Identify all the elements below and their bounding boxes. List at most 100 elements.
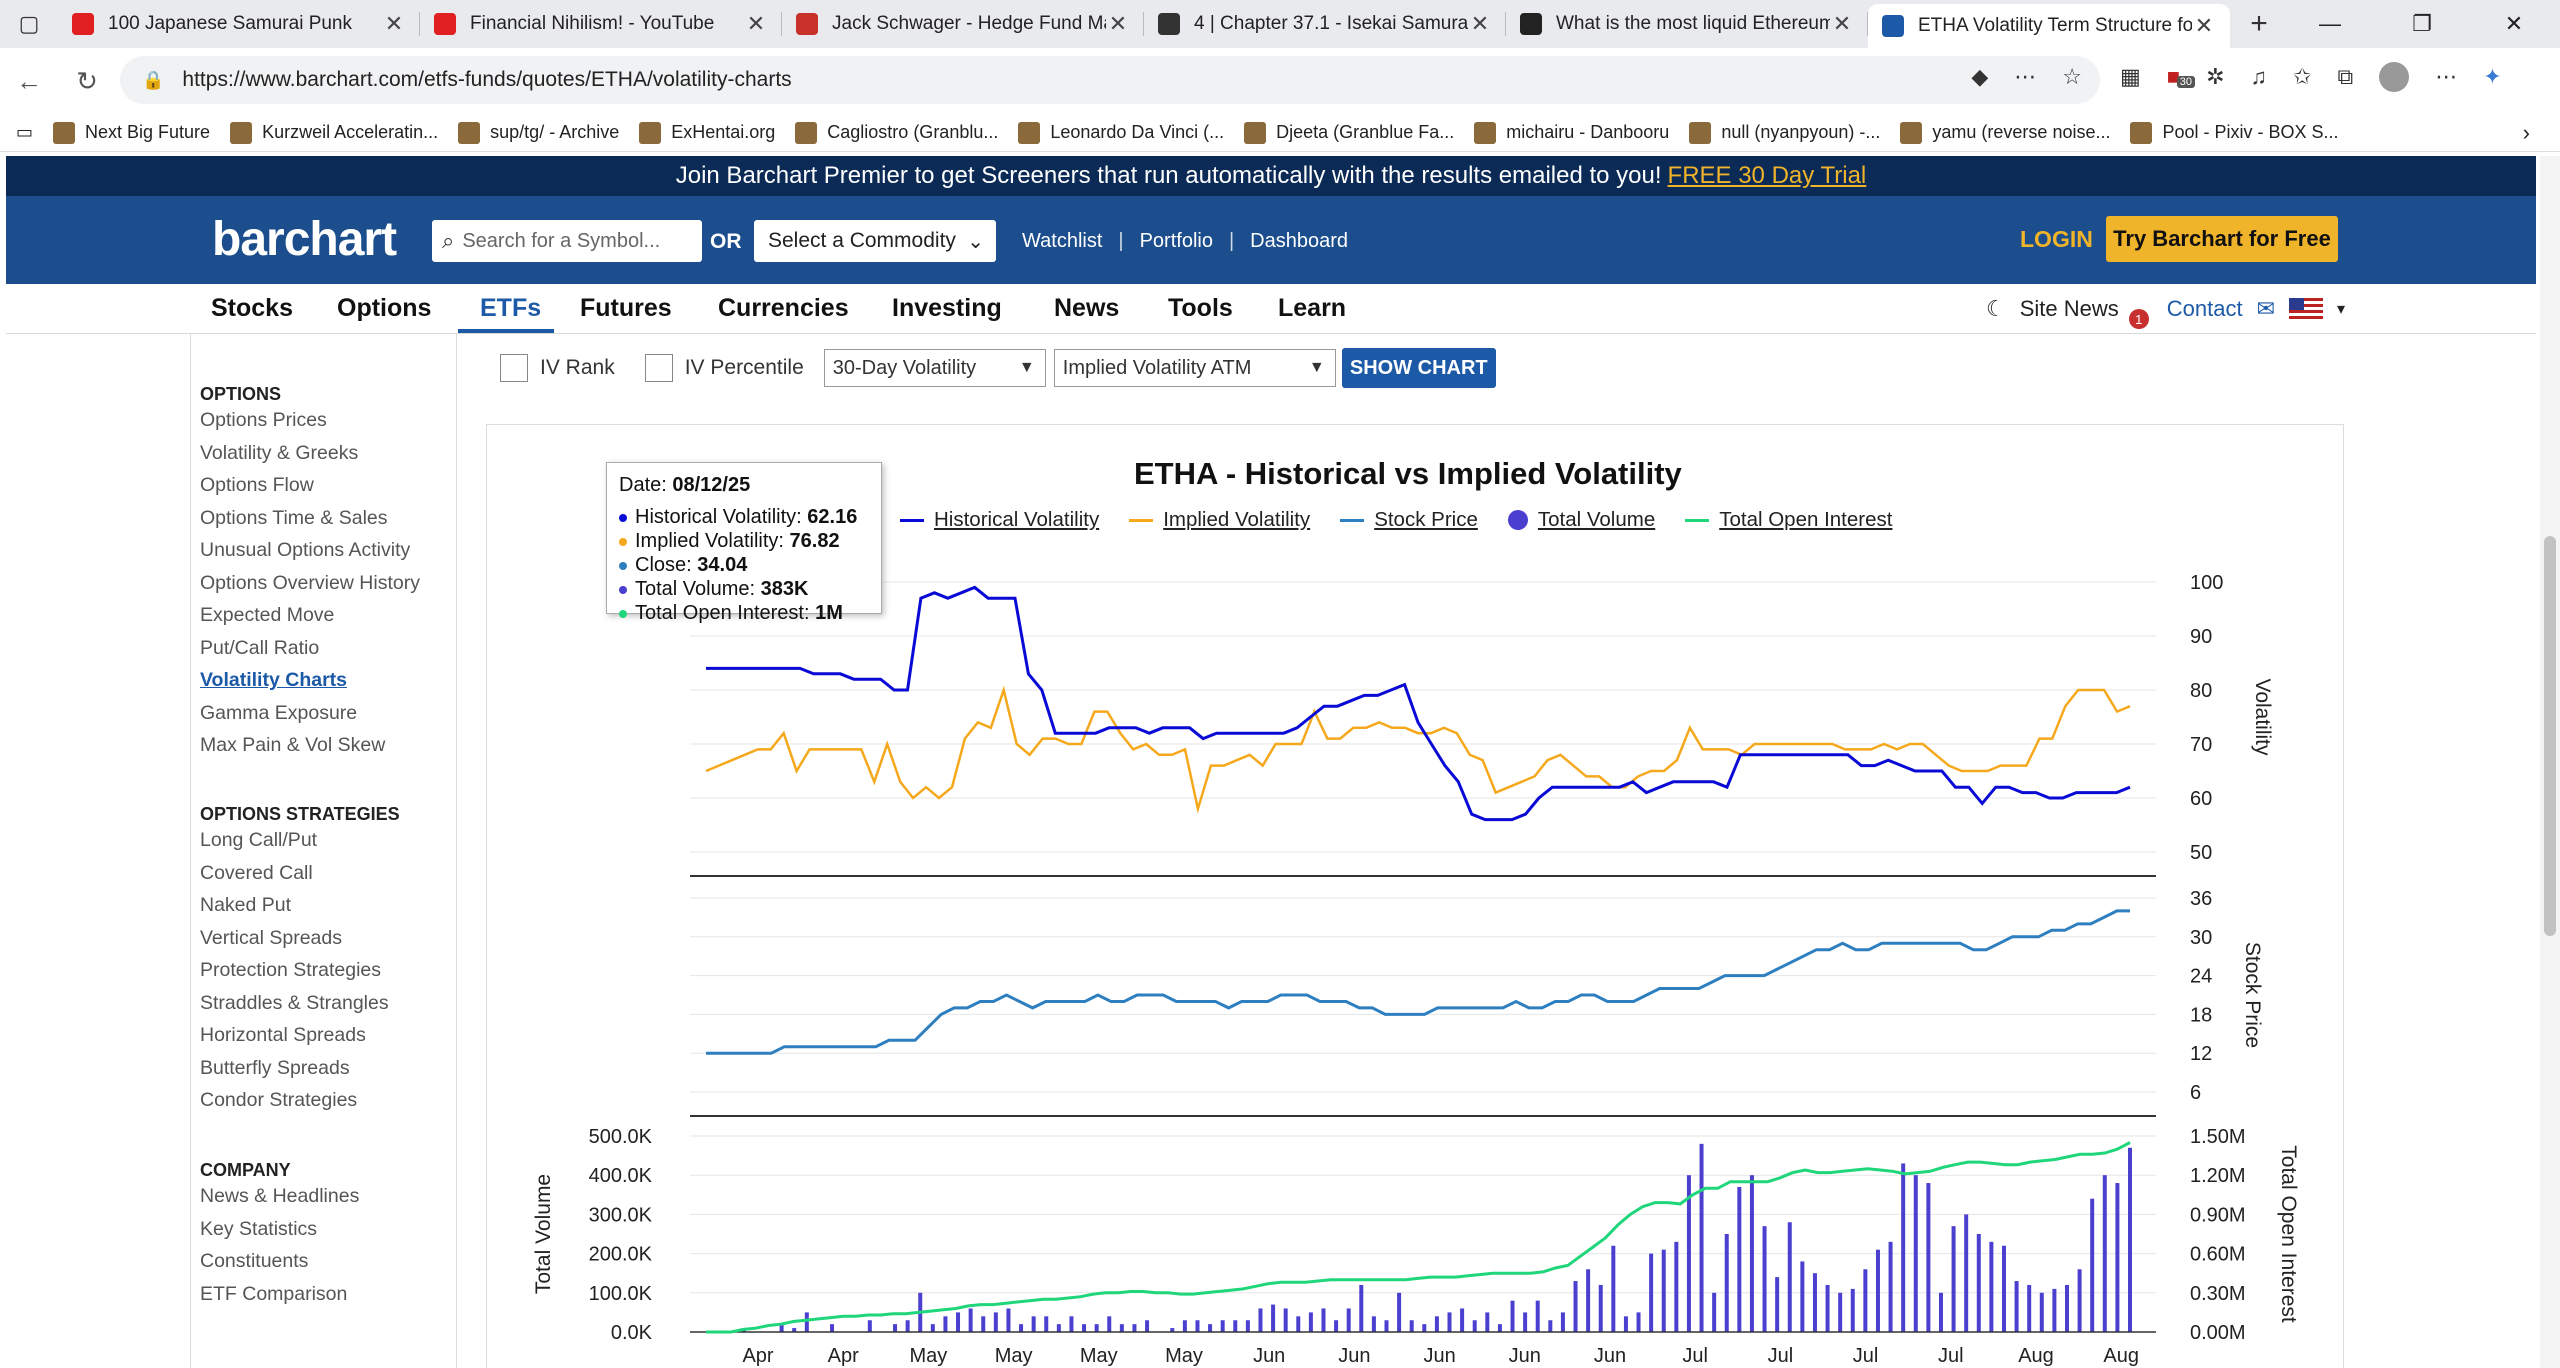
sidebar-link[interactable]: Options Flow <box>200 469 420 502</box>
url-field[interactable]: 🔒 https://www.barchart.com/etfs-funds/qu… <box>120 56 2100 104</box>
legend-item[interactable]: Total Open Interest <box>1685 508 1892 532</box>
bookmark-item[interactable]: Kurzweil Acceleratin... <box>230 121 438 144</box>
page-scrollbar[interactable] <box>2540 156 2560 1368</box>
legend-item[interactable]: Implied Volatility <box>1129 508 1310 532</box>
sidebar-link[interactable]: Options Overview History <box>200 567 420 600</box>
browser-tab[interactable]: What is the most liquid Ethereum ✕ <box>1506 0 1868 48</box>
sidebar-link[interactable]: Condor Strategies <box>200 1084 389 1117</box>
commodity-select[interactable]: Select a Commodity ⌄ <box>754 220 996 262</box>
try-free-button[interactable]: Try Barchart for Free <box>2106 216 2338 262</box>
bookmark-item[interactable]: null (nyanpyoun) -... <box>1689 121 1880 144</box>
tab-close-icon[interactable]: ✕ <box>744 11 768 37</box>
nav-investing[interactable]: Investing <box>892 294 1002 323</box>
sidebar-link[interactable]: Horizontal Spreads <box>200 1019 389 1052</box>
contact-link[interactable]: Contact <box>2167 296 2243 322</box>
sidebar-link[interactable]: Gamma Exposure <box>200 697 420 730</box>
sidebar-link[interactable]: Key Statistics <box>200 1213 359 1246</box>
show-chart-button[interactable]: SHOW CHART <box>1341 348 1496 388</box>
nav-currencies[interactable]: Currencies <box>718 294 849 323</box>
tab-close-icon[interactable]: ✕ <box>2192 13 2216 39</box>
bookmark-item[interactable]: michairu - Danbooru <box>1474 121 1669 144</box>
sidebar-link[interactable]: Protection Strategies <box>200 954 389 987</box>
sidebar-link[interactable]: Constituents <box>200 1245 359 1278</box>
volatility-type-select[interactable]: Implied Volatility ATM ▼ <box>1053 349 1336 387</box>
shield-extension-icon[interactable]: ■ 30 <box>2167 64 2196 90</box>
symbol-search-input[interactable]: ⌕ Search for a Symbol... <box>432 220 702 262</box>
tab-close-icon[interactable]: ✕ <box>382 11 406 37</box>
watchlist-link[interactable]: Watchlist <box>1022 230 1102 253</box>
sidebar-link[interactable]: Naked Put <box>200 889 389 922</box>
sidebar-link[interactable]: Options Prices <box>200 404 420 437</box>
tab-close-icon[interactable]: ✕ <box>1468 11 1492 37</box>
bookmark-item[interactable]: Next Big Future <box>53 121 210 144</box>
nav-stocks[interactable]: Stocks <box>211 294 293 323</box>
sidebar-link[interactable]: Expected Move <box>200 599 420 632</box>
nav-learn[interactable]: Learn <box>1278 294 1346 323</box>
tag-icon[interactable]: ◆ <box>1971 64 1988 90</box>
sidebar-link[interactable]: Max Pain & Vol Skew <box>200 729 420 762</box>
bookmark-item[interactable]: Leonardo Da Vinci (... <box>1018 121 1224 144</box>
legend-item[interactable]: Stock Price <box>1340 508 1478 532</box>
legend-item[interactable]: Historical Volatility <box>900 508 1099 532</box>
sidebar-link[interactable]: News & Headlines <box>200 1180 359 1213</box>
favorite-star-icon[interactable]: ☆ <box>2062 64 2082 90</box>
sidebar-link[interactable]: Long Call/Put <box>200 824 389 857</box>
legend-item[interactable]: Total Volume <box>1507 508 1655 532</box>
scrollbar-thumb[interactable] <box>2544 536 2556 936</box>
nav-options[interactable]: Options <box>337 294 431 323</box>
puzzle-icon[interactable]: ✲ <box>2206 64 2224 90</box>
refresh-icon[interactable]: ↻ <box>58 66 116 97</box>
sidebar-link[interactable]: Vertical Spreads <box>200 922 389 955</box>
tab-close-icon[interactable]: ✕ <box>1830 11 1854 37</box>
nav-tools[interactable]: Tools <box>1168 294 1233 323</box>
nav-news[interactable]: News <box>1054 294 1119 323</box>
bookmark-item[interactable]: ExHentai.org <box>639 121 775 144</box>
sidebar-link[interactable]: ETF Comparison <box>200 1278 359 1311</box>
favorites-icon[interactable]: ✩ <box>2293 64 2311 90</box>
login-link[interactable]: LOGIN <box>2020 226 2093 253</box>
portfolio-link[interactable]: Portfolio <box>1140 230 1213 253</box>
restore-icon[interactable]: ❐ <box>2376 0 2468 48</box>
new-tab-button[interactable]: + <box>2230 7 2288 41</box>
sidebar-link[interactable]: Straddles & Strangles <box>200 987 389 1020</box>
chevron-down-icon[interactable]: ▾ <box>2337 299 2345 319</box>
minimize-icon[interactable]: — <box>2284 0 2376 48</box>
sidebar-link[interactable]: Unusual Options Activity <box>200 534 420 567</box>
period-select[interactable]: 30-Day Volatility ▼ <box>823 349 1046 387</box>
profile-avatar[interactable] <box>2379 62 2410 92</box>
qr-icon[interactable]: ▦ <box>2120 64 2141 90</box>
browser-tab[interactable]: 100 Japanese Samurai Punk ✕ <box>58 0 420 48</box>
browser-tab[interactable]: Financial Nihilism! - YouTube ✕ <box>420 0 782 48</box>
sidebar-link[interactable]: Options Time & Sales <box>200 502 420 535</box>
nav-etfs[interactable]: ETFs <box>480 294 541 323</box>
bookmark-item[interactable]: sup/tg/ - Archive <box>458 121 619 144</box>
reading-list-icon[interactable]: ▭ <box>16 122 33 143</box>
collections-icon[interactable]: ⧉ <box>2337 64 2353 90</box>
bookmark-item[interactable]: yamu (reverse noise... <box>1900 121 2110 144</box>
bookmarks-more-icon[interactable]: › <box>2523 120 2530 146</box>
bookmark-item[interactable]: Pool - Pixiv - BOX S... <box>2130 121 2339 144</box>
us-flag-icon[interactable] <box>2289 298 2324 320</box>
bookmark-item[interactable]: Cagliostro (Granblu... <box>795 121 998 144</box>
dashboard-link[interactable]: Dashboard <box>1250 230 1348 253</box>
sidebar-link[interactable]: Put/Call Ratio <box>200 632 420 665</box>
close-window-icon[interactable]: ✕ <box>2468 0 2560 48</box>
tab-close-icon[interactable]: ✕ <box>1106 11 1130 37</box>
copilot-icon[interactable]: ✦ <box>2483 64 2501 90</box>
site-news-link[interactable]: Site News <box>2020 296 2119 322</box>
sidebar-link[interactable]: Volatility Charts <box>200 664 420 697</box>
sidebar-link[interactable]: Volatility & Greeks <box>200 437 420 470</box>
browser-tab[interactable]: Jack Schwager - Hedge Fund Mar ✕ <box>782 0 1144 48</box>
sidebar-link[interactable]: Covered Call <box>200 857 389 890</box>
music-icon[interactable]: ♫ <box>2251 64 2268 90</box>
reader-icon[interactable]: ⋯ <box>2014 64 2036 90</box>
free-trial-link[interactable]: FREE 30 Day Trial <box>1668 162 1867 190</box>
bookmark-item[interactable]: Djeeta (Granblue Fa... <box>1244 121 1454 144</box>
nav-futures[interactable]: Futures <box>580 294 672 323</box>
iv-rank-checkbox[interactable] <box>500 354 528 382</box>
back-icon[interactable]: ← <box>0 66 58 97</box>
tab-actions-icon[interactable]: ▢ <box>0 0 58 48</box>
iv-percentile-checkbox[interactable] <box>644 354 673 382</box>
sidebar-link[interactable]: Butterfly Spreads <box>200 1052 389 1085</box>
barchart-logo[interactable]: barchart <box>212 212 397 267</box>
